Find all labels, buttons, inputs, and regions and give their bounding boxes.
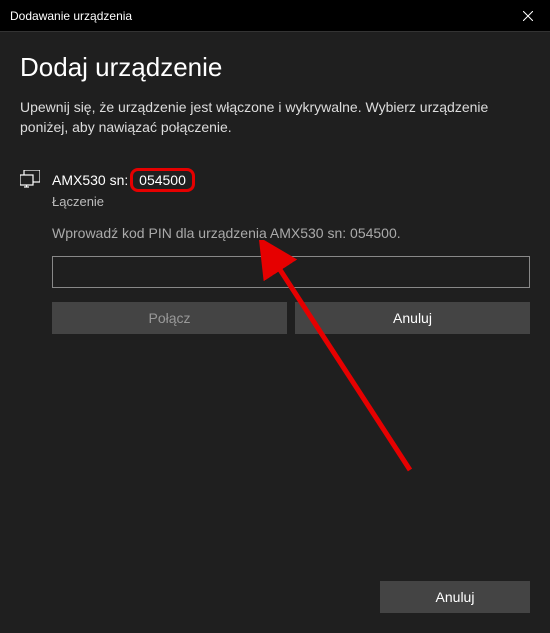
pin-button-row: Połącz Anuluj [52,302,530,334]
device-info: AMX530 sn: 054500 Łączenie [52,168,530,209]
pin-input[interactable] [52,256,530,288]
titlebar: Dodawanie urządzenia [0,0,550,32]
close-button[interactable] [505,0,550,32]
device-item[interactable]: AMX530 sn: 054500 Łączenie [20,162,530,217]
page-subheading: Upewnij się, że urządzenie jest włączone… [20,98,530,137]
page-heading: Dodaj urządzenie [20,52,530,83]
window-title: Dodawanie urządzenia [10,9,132,23]
dialog-footer: Anuluj [380,581,530,613]
device-name: AMX530 sn: 054500 [52,168,195,192]
cancel-button[interactable]: Anuluj [380,581,530,613]
device-icon [20,170,40,193]
close-icon [523,11,533,21]
pin-section: Wprowadź kod PIN dla urządzenia AMX530 s… [20,225,530,334]
dialog-content: Dodaj urządzenie Upewnij się, że urządze… [0,32,550,334]
device-status: Łączenie [52,194,530,209]
cancel-pin-button[interactable]: Anuluj [295,302,530,334]
connect-button[interactable]: Połącz [52,302,287,334]
device-name-prefix: AMX530 sn: [52,172,128,188]
pin-instruction: Wprowadź kod PIN dla urządzenia AMX530 s… [52,225,530,241]
serial-highlight-annotation: 054500 [130,168,195,192]
